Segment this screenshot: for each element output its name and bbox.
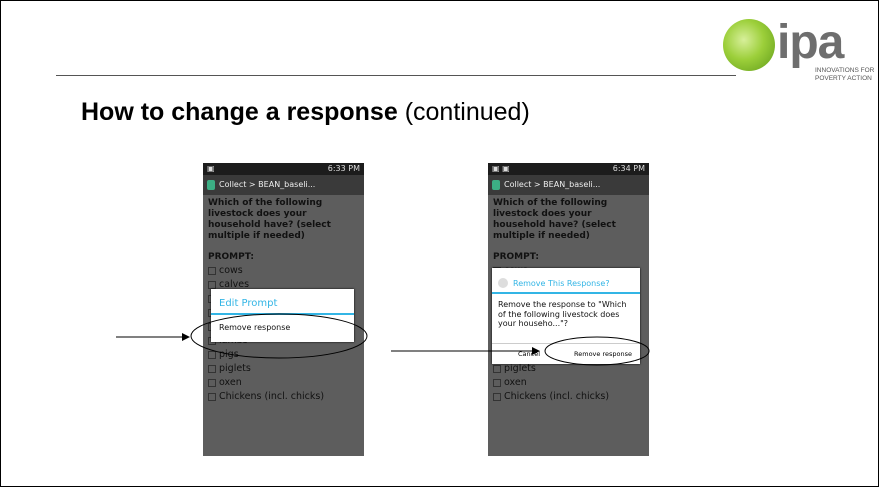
dialog-title: Remove This Response? xyxy=(513,278,610,288)
collect-app-icon xyxy=(207,180,215,190)
globe-icon xyxy=(723,19,775,71)
option-label: Chickens (incl. chicks) xyxy=(504,391,610,402)
checkbox-icon xyxy=(493,379,501,387)
checkbox-icon xyxy=(208,351,216,359)
checkbox-icon xyxy=(208,393,216,401)
phone-screenshot-right: ▣ ▣ 6:34 PM Collect > BEAN_baseli... Whi… xyxy=(488,163,649,456)
action-bar: Collect > BEAN_baseli... xyxy=(203,175,364,195)
option-label: piglets xyxy=(219,363,251,374)
app-title: Collect > BEAN_baseli... xyxy=(504,180,601,189)
option-row[interactable]: oxen xyxy=(488,376,649,390)
phone-screenshot-left: ▣ 6:33 PM Collect > BEAN_baseli... Which… xyxy=(203,163,364,456)
option-label: Chickens (incl. chicks) xyxy=(219,391,325,402)
cancel-button[interactable]: Cancel xyxy=(492,344,566,364)
action-bar: Collect > BEAN_baseli... xyxy=(488,175,649,195)
slide: ipa INNOVATIONS FOR POVERTY ACTION How t… xyxy=(0,0,879,487)
edit-prompt-dialog: Edit Prompt Remove response xyxy=(211,289,354,342)
checkbox-icon xyxy=(493,365,501,373)
remove-response-dialog: Remove This Response? Remove the respons… xyxy=(492,268,640,364)
option-row[interactable]: piglets xyxy=(203,362,364,376)
option-label: oxen xyxy=(504,377,527,388)
logo-subtext: INNOVATIONS FOR POVERTY ACTION xyxy=(815,67,875,82)
option-row[interactable]: Chickens (incl. chicks) xyxy=(488,390,649,404)
prompt-label: PROMPT: xyxy=(208,252,254,262)
checkbox-icon xyxy=(208,267,216,275)
status-time: 6:34 PM xyxy=(612,164,645,173)
remove-response-button[interactable]: Remove response xyxy=(566,344,640,364)
option-label: piglets xyxy=(504,363,536,374)
status-bar: ▣ 6:33 PM xyxy=(203,163,364,175)
header-divider xyxy=(56,75,736,76)
checkbox-icon xyxy=(208,379,216,387)
checkbox-icon xyxy=(208,281,216,289)
option-row[interactable]: Chickens (incl. chicks) xyxy=(203,390,364,404)
notification-icon: ▣ xyxy=(207,164,215,173)
checkbox-icon xyxy=(493,393,501,401)
option-label: pigs xyxy=(219,349,239,360)
option-row[interactable]: piglets xyxy=(488,362,649,376)
dialog-title: Edit Prompt xyxy=(219,298,278,309)
dialog-buttons: Cancel Remove response xyxy=(492,343,640,364)
option-row[interactable]: cows xyxy=(203,264,364,278)
option-row[interactable]: oxen xyxy=(203,376,364,390)
dialog-header: Remove This Response? xyxy=(492,268,640,292)
checkbox-icon xyxy=(208,365,216,373)
remove-response-item[interactable]: Remove response xyxy=(211,315,354,340)
question-text: Which of the following livestock does yo… xyxy=(493,198,616,241)
app-dialog-icon xyxy=(498,278,508,288)
status-time: 6:33 PM xyxy=(327,164,360,173)
option-row[interactable]: pigs xyxy=(203,348,364,362)
dialog-message: Remove the response to "Which of the fol… xyxy=(498,300,627,328)
app-title: Collect > BEAN_baseli... xyxy=(219,180,316,189)
slide-title-bold: How to change a response xyxy=(81,98,398,126)
option-label: oxen xyxy=(219,377,242,388)
slide-title: How to change a response (continued) xyxy=(81,98,530,127)
ipa-logo: ipa INNOVATIONS FOR POVERTY ACTION xyxy=(723,16,875,91)
slide-title-normal: (continued) xyxy=(397,98,530,126)
status-bar: ▣ ▣ 6:34 PM xyxy=(488,163,649,175)
prompt-label: PROMPT: xyxy=(493,252,539,262)
notification-icon: ▣ ▣ xyxy=(492,164,510,173)
option-label: cows xyxy=(219,265,243,276)
logo-text: ipa xyxy=(777,16,844,69)
question-text: Which of the following livestock does yo… xyxy=(208,198,331,241)
collect-app-icon xyxy=(492,180,500,190)
